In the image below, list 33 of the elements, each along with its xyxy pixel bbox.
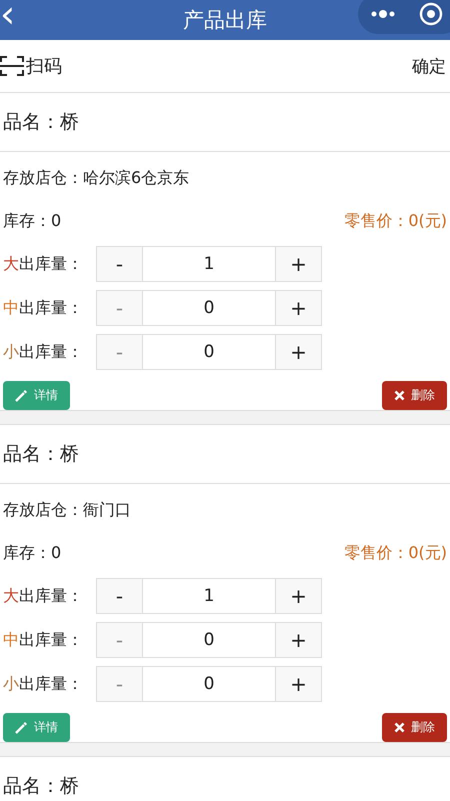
plus-button[interactable]: +: [276, 667, 321, 701]
pencil-icon: [15, 721, 28, 734]
store-label: 存放店仓：衙门口: [3, 500, 131, 520]
plus-button[interactable]: +: [276, 579, 321, 613]
quantity-label: 中出库量：: [3, 630, 84, 650]
plus-button[interactable]: +: [276, 247, 321, 281]
back-button[interactable]: ‹: [0, 0, 16, 34]
pencil-icon: [15, 389, 28, 402]
quantity-label: 小出库量：: [3, 674, 84, 694]
product-name: 品名：桥: [3, 774, 79, 799]
plus-button[interactable]: +: [276, 291, 321, 325]
plus-button[interactable]: +: [276, 623, 321, 657]
plus-button[interactable]: +: [276, 335, 321, 369]
quantity-label: 中出库量：: [3, 298, 84, 318]
quantity-label: 小出库量：: [3, 342, 84, 362]
quantity-label: 大出库量：: [3, 254, 84, 274]
delete-button[interactable]: 删除: [382, 381, 447, 410]
minus-button[interactable]: -: [97, 247, 142, 281]
more-icon[interactable]: [370, 9, 396, 19]
confirm-button[interactable]: 确定: [412, 54, 446, 78]
scan-button[interactable]: 扫码: [0, 54, 62, 78]
quantity-label: 大出库量：: [3, 586, 84, 606]
stock-label: 库存：0: [3, 210, 62, 232]
scan-icon: [0, 55, 24, 77]
retail-price: 零售价：0(元): [344, 542, 447, 564]
delete-button[interactable]: 删除: [382, 713, 447, 742]
product-name: 品名：桥: [3, 442, 79, 467]
store-label: 存放店仓：哈尔滨6仓京东: [3, 168, 190, 188]
retail-price: 零售价：0(元): [344, 210, 447, 232]
minus-button[interactable]: -: [97, 579, 142, 613]
stock-label: 库存：0: [3, 542, 62, 564]
page-title: 产品出库: [183, 7, 267, 34]
product-name: 品名：桥: [3, 110, 79, 135]
